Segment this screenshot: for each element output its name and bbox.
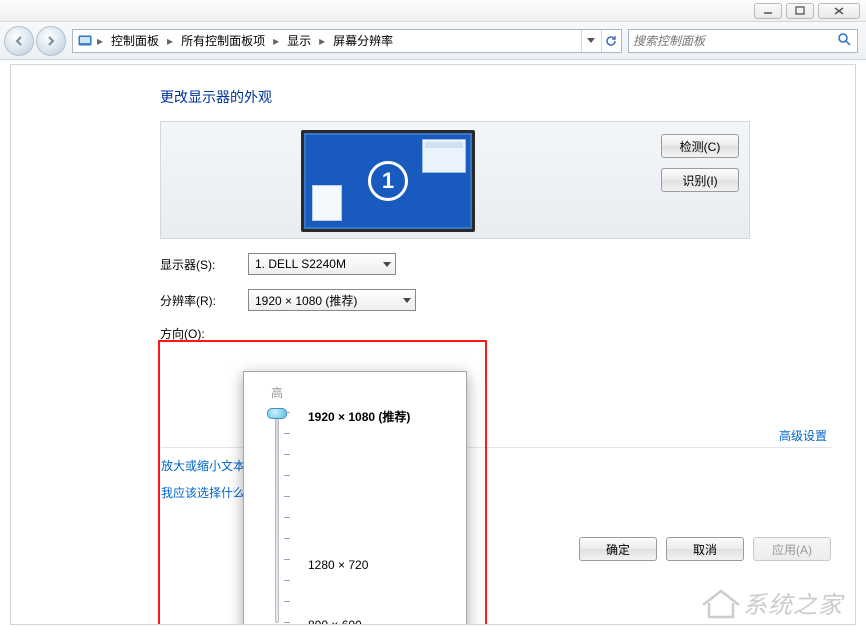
resolution-dropdown-value: 1920 × 1080 (推荐) (255, 292, 357, 309)
nav-forward-button[interactable] (36, 26, 66, 56)
watermark-text: 系统之家 (743, 585, 843, 620)
resolution-slider-thumb[interactable] (267, 408, 287, 419)
breadcrumb-item[interactable]: 控制面板 (107, 30, 163, 51)
address-bar[interactable]: ▸ 控制面板 ▸ 所有控制面板项 ▸ 显示 ▸ 屏幕分辨率 (72, 29, 622, 53)
house-icon (699, 587, 739, 619)
display-dropdown[interactable]: 1. DELL S2240M (248, 253, 396, 275)
text-size-link[interactable]: 放大或缩小文本 (161, 457, 245, 474)
resolution-slider-track[interactable] (275, 411, 279, 623)
resolution-option[interactable]: 800 × 600 (308, 618, 362, 625)
display-label: 显示器(S): (160, 256, 234, 273)
resolution-dropdown[interactable]: 1920 × 1080 (推荐) (248, 289, 416, 311)
monitor-thumbnail[interactable]: 1 (301, 130, 475, 232)
slider-high-label: 高 (271, 384, 283, 401)
resolution-option[interactable]: 1920 × 1080 (推荐) (308, 408, 410, 425)
chevron-right-icon: ▸ (95, 34, 105, 48)
orientation-label: 方向(O): (160, 325, 234, 342)
display-dropdown-value: 1. DELL S2240M (255, 257, 346, 271)
resolution-option[interactable]: 1280 × 720 (308, 558, 368, 572)
display-preview-panel: 1 检测(C) 识别(I) (160, 121, 750, 239)
toolbar: ▸ 控制面板 ▸ 所有控制面板项 ▸ 显示 ▸ 屏幕分辨率 (0, 22, 866, 60)
minimize-button[interactable] (754, 3, 782, 19)
resolution-label: 分辨率(R): (160, 292, 234, 309)
close-button[interactable] (818, 3, 860, 19)
preview-window-icon (422, 139, 466, 173)
content-area: 更改显示器的外观 1 检测(C) 识别(I) 显示器(S): 1. DELL S… (10, 64, 856, 625)
breadcrumb-item[interactable]: 所有控制面板项 (177, 30, 269, 51)
window-titlebar (0, 0, 866, 22)
page-title: 更改显示器的外观 (160, 87, 831, 107)
breadcrumb-item[interactable]: 显示 (283, 30, 315, 51)
cancel-button[interactable]: 取消 (666, 537, 744, 561)
chevron-right-icon: ▸ (271, 34, 281, 48)
nav-back-button[interactable] (4, 26, 34, 56)
maximize-button[interactable] (786, 3, 814, 19)
chevron-right-icon: ▸ (317, 34, 327, 48)
monitor-number-badge: 1 (368, 161, 408, 201)
chevron-down-icon (383, 262, 391, 267)
identify-button[interactable]: 识别(I) (661, 168, 739, 192)
breadcrumb-item[interactable]: 屏幕分辨率 (329, 30, 397, 51)
chevron-right-icon: ▸ (165, 34, 175, 48)
detect-button[interactable]: 检测(C) (661, 134, 739, 158)
control-panel-icon (77, 33, 93, 49)
what-choose-link[interactable]: 我应该选择什么 (161, 484, 245, 501)
chevron-down-icon (403, 298, 411, 303)
address-dropdown-button[interactable] (581, 30, 599, 52)
watermark: 系统之家 (699, 585, 843, 620)
apply-button: 应用(A) (753, 537, 831, 561)
refresh-button[interactable] (601, 30, 619, 52)
resolution-popup: 高 低 1920 × 1080 (推荐) (243, 371, 467, 625)
advanced-settings-link[interactable]: 高级设置 (779, 427, 827, 444)
search-box[interactable] (628, 29, 858, 53)
ok-button[interactable]: 确定 (579, 537, 657, 561)
search-icon[interactable] (835, 32, 853, 49)
preview-window-icon (312, 185, 342, 221)
search-input[interactable] (633, 34, 835, 48)
